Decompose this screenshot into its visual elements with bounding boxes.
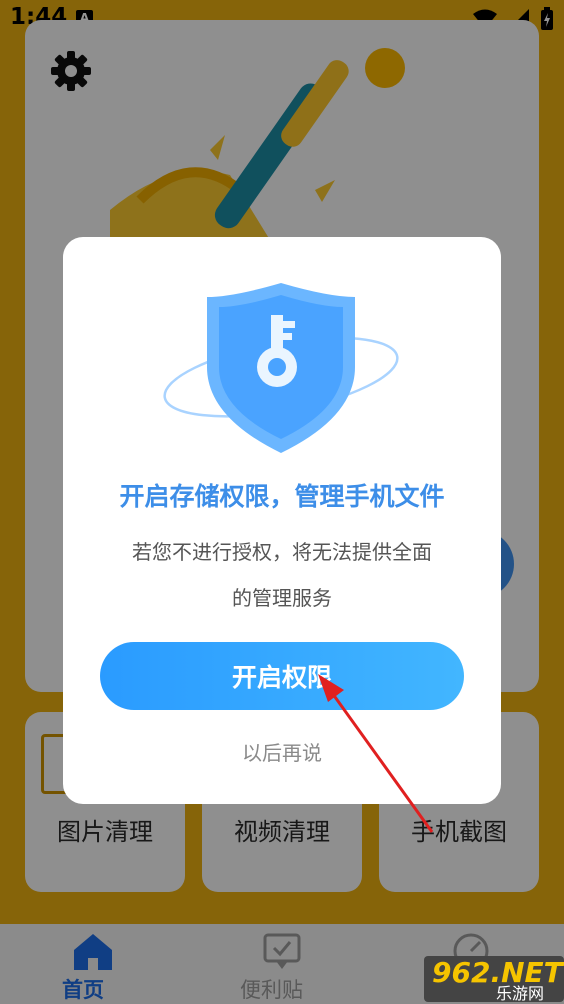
storage-permission-dialog: 开启存储权限，管理手机文件 若您不进行授权，将无法提供全面 的管理服务 开启权限…: [63, 237, 501, 804]
shield-key-icon: [163, 283, 399, 453]
later-button[interactable]: 以后再说: [63, 737, 501, 766]
enable-permission-button[interactable]: 开启权限: [100, 642, 464, 710]
dialog-title: 开启存储权限，管理手机文件: [119, 482, 445, 511]
dialog-description: 若您不进行授权，将无法提供全面 的管理服务: [103, 529, 461, 621]
dialog-description-line1: 若您不进行授权，将无法提供全面: [132, 540, 432, 564]
dialog-description-line2: 的管理服务: [232, 586, 332, 610]
watermark-logo: 962.NET 乐游网: [424, 956, 564, 1003]
watermark-sub: 乐游网: [496, 984, 545, 1003]
